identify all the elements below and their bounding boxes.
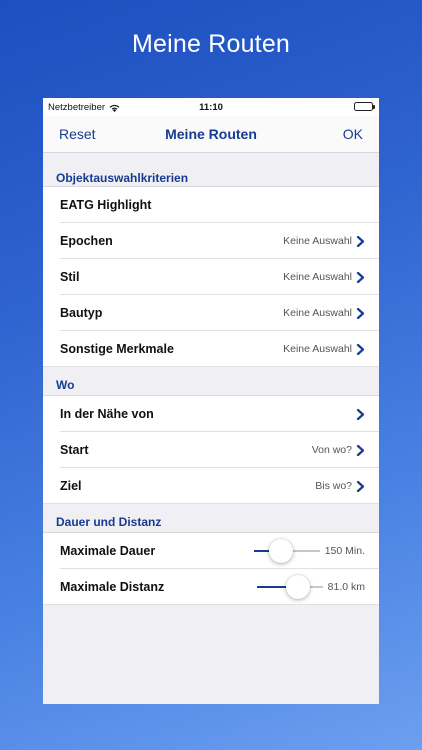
nav-title: Meine Routen xyxy=(165,126,257,142)
row-value: Keine Auswahl xyxy=(283,271,352,283)
row-label: Bautyp xyxy=(60,306,103,320)
section-header-dauer-distanz: Dauer und Distanz xyxy=(43,504,379,533)
row-label: Ziel xyxy=(60,479,82,493)
battery-icon xyxy=(354,102,375,111)
section-header-wo: Wo xyxy=(43,367,379,396)
row-stil[interactable]: Stil Keine Auswahl xyxy=(43,259,379,295)
row-label: Maximale Distanz xyxy=(60,580,165,594)
slider-track[interactable] xyxy=(256,575,323,599)
row-in-der-naehe[interactable]: In der Nähe von xyxy=(43,396,379,432)
chevron-right-icon xyxy=(356,235,365,247)
row-eatg-highlight[interactable]: EATG Highlight xyxy=(43,187,379,223)
hero-title: Meine Routen xyxy=(131,30,291,58)
row-maximale-distanz: Maximale Distanz 81.0 km xyxy=(43,569,379,605)
row-label: Epochen xyxy=(60,234,113,248)
row-maximale-dauer: Maximale Dauer 150 Min. xyxy=(43,533,379,569)
row-start[interactable]: Start Von wo? xyxy=(43,432,379,468)
phone-screen: Netzbetreiber 11:10 Reset Meine Routen O… xyxy=(43,98,379,704)
row-bautyp[interactable]: Bautyp Keine Auswahl xyxy=(43,295,379,331)
row-value: Bis wo? xyxy=(315,480,352,492)
navigation-bar: Reset Meine Routen OK xyxy=(43,116,379,153)
duration-slider[interactable]: 150 Min. xyxy=(253,539,365,563)
section-header-criteria: Objektauswahlkriterien xyxy=(43,153,379,187)
status-time: 11:10 xyxy=(199,102,223,113)
row-label: EATG Highlight xyxy=(60,198,152,212)
slider-readout: 150 Min. xyxy=(324,545,365,557)
settings-list: Objektauswahlkriterien EATG Highlight Ep… xyxy=(43,153,379,704)
row-label: Start xyxy=(60,443,89,457)
row-sonstige-merkmale[interactable]: Sonstige Merkmale Keine Auswahl xyxy=(43,331,379,367)
chevron-right-icon xyxy=(356,480,365,492)
row-label: In der Nähe von xyxy=(60,407,154,421)
chevron-right-icon xyxy=(356,444,365,456)
status-bar: Netzbetreiber 11:10 xyxy=(43,98,379,116)
row-ziel[interactable]: Ziel Bis wo? xyxy=(43,468,379,504)
chevron-right-icon xyxy=(356,343,365,355)
row-label: Stil xyxy=(60,270,80,284)
row-value: Keine Auswahl xyxy=(283,235,352,247)
row-label: Sonstige Merkmale xyxy=(60,342,174,356)
slider-track[interactable] xyxy=(253,539,320,563)
row-value: Von wo? xyxy=(311,444,352,456)
chevron-right-icon xyxy=(356,307,365,319)
slider-thumb[interactable] xyxy=(269,539,294,563)
row-epochen[interactable]: Epochen Keine Auswahl xyxy=(43,223,379,259)
row-value: Keine Auswahl xyxy=(283,343,352,355)
slider-thumb[interactable] xyxy=(285,575,310,599)
row-value: Keine Auswahl xyxy=(283,307,352,319)
ok-button[interactable]: OK xyxy=(343,126,363,142)
chevron-right-icon xyxy=(356,271,365,283)
slider-readout: 81.0 km xyxy=(327,581,365,593)
row-label: Maximale Dauer xyxy=(60,544,156,558)
chevron-right-icon xyxy=(356,408,365,420)
distance-slider[interactable]: 81.0 km xyxy=(256,575,365,599)
